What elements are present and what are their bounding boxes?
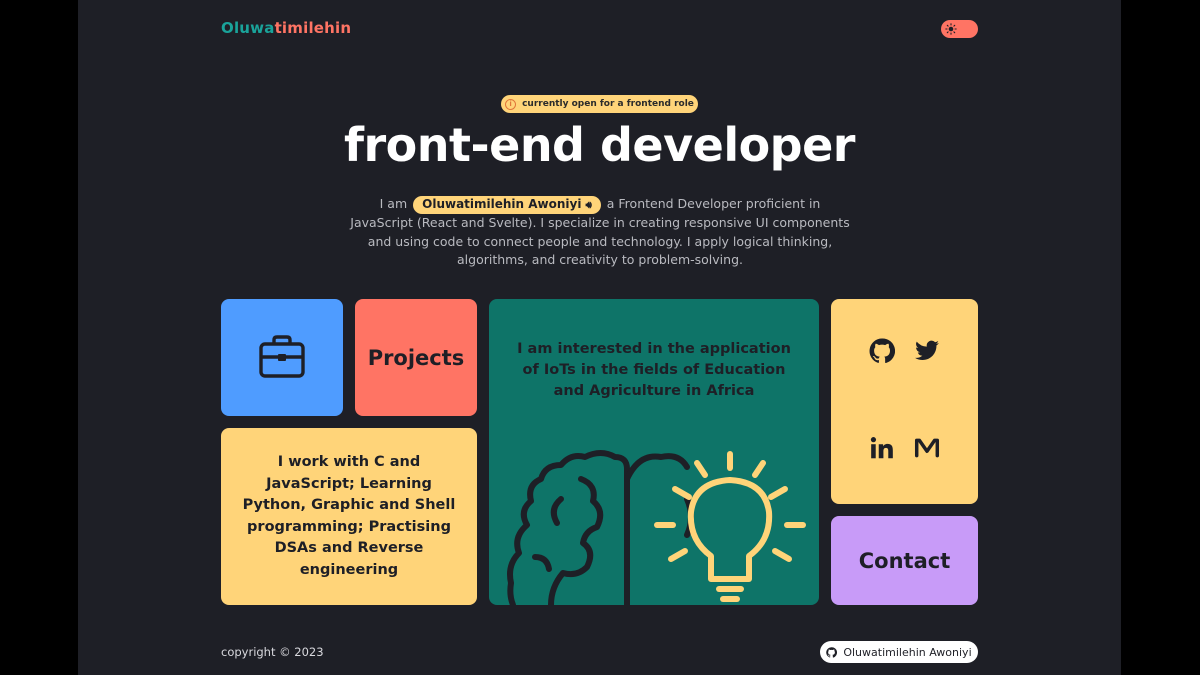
- twitter-icon[interactable]: [914, 338, 940, 364]
- name-text: Oluwatimilehin Awoniyi: [422, 197, 582, 211]
- availability-badge: i currently open for a frontend role: [501, 95, 698, 113]
- page: Oluwatimilehin i currently open for a fr…: [78, 0, 1121, 675]
- briefcase-icon: [259, 335, 305, 378]
- speaker-icon: 🔊︎: [585, 200, 592, 211]
- work-card[interactable]: [221, 299, 343, 416]
- logo-part-2: timilehin: [274, 19, 352, 37]
- projects-card[interactable]: Projects: [355, 299, 477, 416]
- intro-paragraph: I am Oluwatimilehin Awoniyi 🔊︎ a Frontend…: [350, 195, 850, 270]
- github-profile-link[interactable]: Oluwatimilehin Awoniyi: [820, 641, 978, 663]
- logo-part-1: Oluwa: [221, 19, 275, 37]
- github-profile-name: Oluwatimilehin Awoniyi: [843, 645, 972, 659]
- github-icon: [826, 646, 838, 658]
- skills-text: I work with C and JavaScript; Learning P…: [242, 454, 456, 578]
- brain-lightbulb-illustration: [507, 450, 806, 605]
- theme-toggle[interactable]: [941, 20, 978, 38]
- contact-card[interactable]: Contact: [831, 516, 978, 605]
- github-icon[interactable]: [869, 338, 895, 364]
- linkedin-icon[interactable]: [869, 435, 895, 461]
- info-icon: i: [505, 98, 517, 110]
- copyright-text: copyright © 2023: [221, 645, 324, 659]
- projects-label: Projects: [367, 345, 465, 370]
- social-links-card: [831, 299, 978, 504]
- intro-before: I am: [379, 196, 412, 211]
- name-pronounce-button[interactable]: Oluwatimilehin Awoniyi 🔊︎: [413, 196, 601, 214]
- contact-label: Contact: [858, 548, 951, 573]
- iot-card: I am interested in the application of Io…: [489, 299, 819, 605]
- skills-card: I work with C and JavaScript; Learning P…: [221, 428, 477, 605]
- badge-text: currently open for a frontend role: [522, 99, 694, 109]
- sun-icon: [945, 23, 957, 35]
- site-logo[interactable]: Oluwatimilehin: [221, 19, 351, 37]
- iot-text: I am interested in the application of Io…: [517, 341, 791, 399]
- medium-icon[interactable]: [914, 435, 940, 461]
- page-title: front-end developer: [343, 118, 856, 172]
